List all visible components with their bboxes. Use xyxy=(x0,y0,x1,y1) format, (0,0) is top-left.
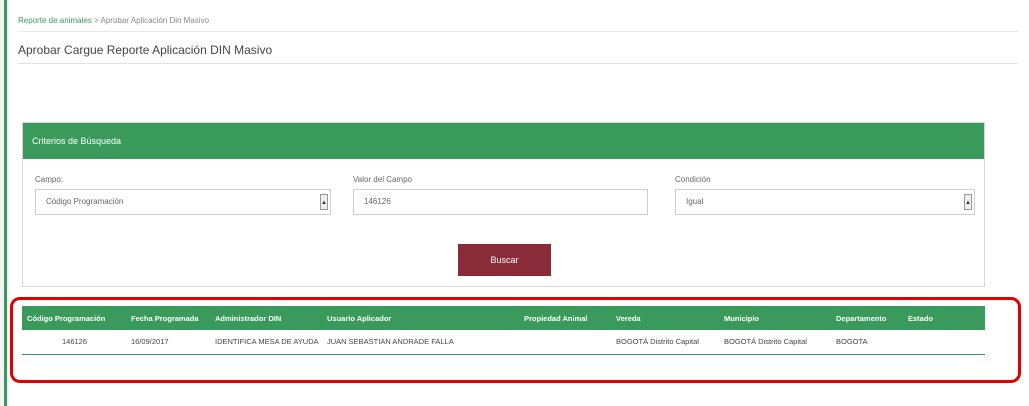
highlight-annotation xyxy=(10,297,1021,383)
condicion-label: Condición xyxy=(675,175,711,184)
campo-select[interactable]: Código Programación ▲ xyxy=(35,189,331,215)
buscar-button[interactable]: Buscar xyxy=(458,244,551,276)
chevron-down-icon: ▲ xyxy=(320,194,328,210)
breadcrumb: Reporte de animales > Aprobar Aplicación… xyxy=(18,10,1018,32)
search-header: Criterios de Búsqueda xyxy=(23,123,984,159)
chevron-down-icon: ▲ xyxy=(964,194,972,210)
breadcrumb-current: Aprobar Aplicación Din Masivo xyxy=(100,16,210,25)
campo-label: Campo: xyxy=(35,175,64,184)
valor-label: Valor del Campo xyxy=(353,175,412,184)
page-title: Aprobar Cargue Reporte Aplicación DIN Ma… xyxy=(18,36,1018,64)
left-accent-bar xyxy=(0,0,7,406)
breadcrumb-link[interactable]: Reporte de animales xyxy=(18,16,92,25)
breadcrumb-separator: > xyxy=(91,16,101,25)
condicion-select[interactable]: Igual ▲ xyxy=(675,189,975,215)
campo-select-value: Código Programación xyxy=(46,197,124,206)
condicion-select-value: Igual xyxy=(686,197,704,206)
valor-input[interactable]: 146126 xyxy=(353,189,648,215)
valor-input-value: 146126 xyxy=(364,197,391,206)
